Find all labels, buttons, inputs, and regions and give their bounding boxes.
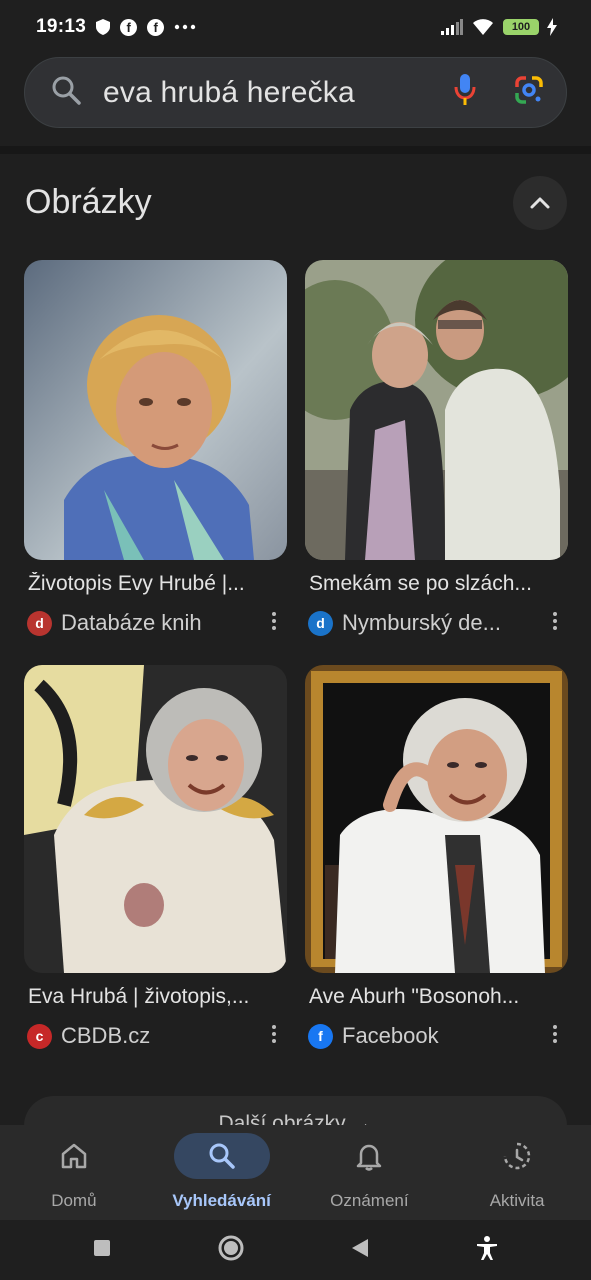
nav-label: Aktivita: [489, 1191, 545, 1210]
image-thumbnail[interactable]: [305, 665, 568, 973]
charging-icon: [547, 18, 557, 36]
more-options-icon[interactable]: [552, 1025, 558, 1043]
microphone-icon[interactable]: [454, 73, 476, 112]
source-name: Nymburský de...: [342, 610, 501, 635]
source-name: Facebook: [342, 1023, 439, 1048]
activity-icon: [503, 1142, 531, 1170]
search-bar[interactable]: eva hrubá herečka: [24, 57, 567, 128]
nav-item-activity[interactable]: Aktivita: [443, 1125, 591, 1220]
nav-label: Domů: [51, 1191, 97, 1210]
signal-icon: [441, 19, 463, 35]
facebook-logo-icon: f: [308, 1023, 333, 1049]
bottom-navigation: Domů Vyhledávání Oznámení Aktivita: [0, 1125, 591, 1220]
collapse-button[interactable]: [513, 176, 567, 230]
result-source[interactable]: c CBDB.cz: [27, 1023, 285, 1049]
status-time: 19:13: [36, 16, 87, 37]
circle-icon: [218, 1235, 244, 1260]
result-title[interactable]: Smekám se po slzách...: [309, 572, 567, 596]
accessibility-icon: [476, 1235, 497, 1260]
more-options-icon[interactable]: [552, 612, 558, 630]
more-options-icon[interactable]: [271, 1025, 277, 1043]
chevron-up-icon: [530, 197, 550, 209]
battery-icon: 100: [503, 19, 539, 35]
accessibility-button[interactable]: [475, 1235, 499, 1266]
result-title[interactable]: Ave Aburh "Bosonoh...: [309, 985, 567, 1009]
image-result-card[interactable]: Eva Hrubá | životopis,... c CBDB.cz: [24, 665, 287, 1049]
more-notifications-icon: [174, 24, 196, 30]
image-thumbnail[interactable]: [24, 665, 287, 973]
image-thumbnail[interactable]: [305, 260, 568, 560]
nymbursky-denik-logo-icon: d: [308, 610, 333, 636]
nav-item-search[interactable]: Vyhledávání: [148, 1125, 296, 1220]
nav-label: Oznámení: [330, 1191, 409, 1210]
section-title: Obrázky: [25, 183, 152, 221]
system-navigation-bar: [0, 1220, 591, 1280]
back-button[interactable]: [350, 1237, 370, 1264]
result-title[interactable]: Eva Hrubá | životopis,...: [28, 985, 286, 1009]
result-title[interactable]: Životopis Evy Hrubé |...: [28, 572, 286, 596]
wifi-icon: [471, 18, 495, 36]
home-icon: [61, 1143, 87, 1169]
divider: [0, 146, 591, 154]
image-result-card[interactable]: Smekám se po slzách... d Nymburský de...: [305, 260, 568, 636]
bell-icon: [357, 1144, 382, 1171]
google-lens-icon[interactable]: [514, 75, 544, 110]
more-options-icon[interactable]: [271, 612, 277, 630]
result-source[interactable]: d Nymburský de...: [308, 610, 566, 636]
status-bar: 19:13 f f 100: [0, 0, 591, 54]
nav-item-home[interactable]: Domů: [0, 1125, 148, 1220]
result-source[interactable]: f Facebook: [308, 1023, 566, 1049]
cbdb-logo-icon: c: [27, 1023, 52, 1049]
search-icon: [209, 1143, 235, 1169]
home-button[interactable]: [217, 1234, 245, 1267]
nav-label: Vyhledávání: [172, 1191, 271, 1210]
image-thumbnail[interactable]: [24, 260, 287, 560]
search-input[interactable]: eva hrubá herečka: [103, 76, 355, 110]
facebook-notification-icon: f: [120, 18, 138, 36]
image-result-card[interactable]: Životopis Evy Hrubé |... d Databáze knih: [24, 260, 287, 636]
result-source[interactable]: d Databáze knih: [27, 610, 285, 636]
recent-apps-button[interactable]: [92, 1238, 112, 1263]
source-name: Databáze knih: [61, 610, 202, 635]
nav-item-notifications[interactable]: Oznámení: [296, 1125, 444, 1220]
source-name: CBDB.cz: [61, 1023, 151, 1048]
facebook-notification-icon: f: [147, 18, 165, 36]
search-icon: [51, 75, 81, 110]
back-triangle-icon: [351, 1238, 368, 1257]
databaze-knih-logo-icon: d: [27, 610, 52, 636]
shield-icon: [96, 19, 111, 35]
image-result-card[interactable]: Ave Aburh "Bosonoh... f Facebook: [305, 665, 568, 1049]
square-icon: [94, 1239, 111, 1256]
